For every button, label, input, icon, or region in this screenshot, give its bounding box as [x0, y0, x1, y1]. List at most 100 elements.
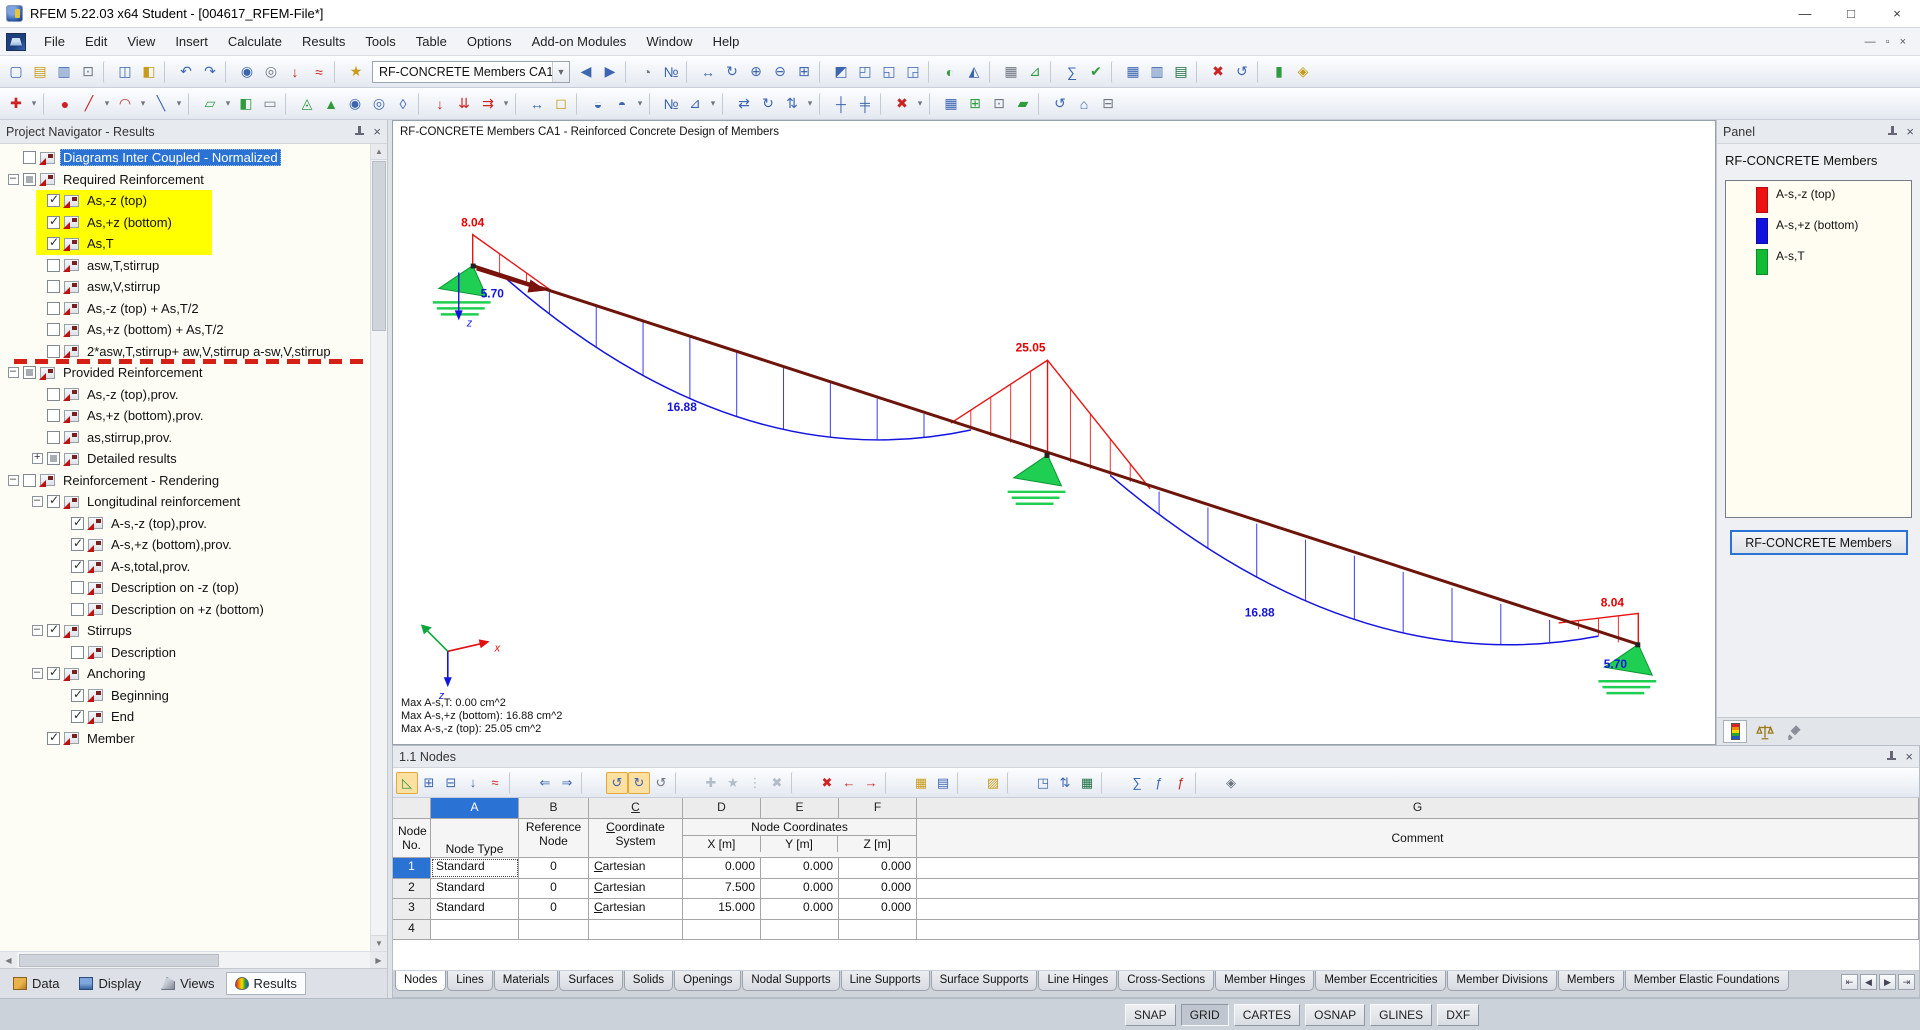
tree-item[interactable]: 2*asw,T,stirrup+ aw,V,stirrup a-sw,V,sti…	[0, 341, 370, 364]
table-edit-mode-icon[interactable]: ◺	[396, 771, 418, 794]
view-iso-icon[interactable]: ◩	[829, 60, 853, 84]
reference-node-cell[interactable]	[519, 919, 589, 939]
table-layout-icon[interactable]: ▦	[939, 92, 963, 116]
new-node-icon[interactable]: ●	[53, 92, 77, 116]
import-export-icon[interactable]: ⇅	[1054, 772, 1076, 794]
calculate-all-icon[interactable]: ∑	[1060, 60, 1084, 84]
tree-expander[interactable]	[8, 367, 19, 379]
new-case-icon[interactable]: ★	[344, 60, 368, 84]
new-file-icon[interactable]: ▢	[4, 60, 28, 84]
new-surface-icon[interactable]: ▱	[198, 92, 222, 116]
comment-cell[interactable]	[917, 878, 1919, 898]
filter-tab[interactable]	[1783, 720, 1807, 743]
menu-item[interactable]: Window	[636, 30, 702, 53]
node-1[interactable]	[470, 263, 476, 269]
undo-icon[interactable]: ↶	[174, 60, 198, 84]
z-coordinate-cell[interactable]	[839, 919, 917, 939]
prev-table-icon[interactable]: ⇐	[534, 772, 556, 794]
status-toggle-button[interactable]: CARTES	[1233, 1003, 1301, 1026]
z-coordinate-cell[interactable]: 0.000	[839, 899, 917, 919]
maximize-button[interactable]: □	[1828, 0, 1874, 28]
add-filter-icon[interactable]: ✚	[700, 772, 722, 794]
wireframe-mode-icon[interactable]: ◎	[259, 60, 283, 84]
eccentricity-icon[interactable]: ◊	[391, 92, 415, 116]
node-3[interactable]	[1635, 642, 1641, 648]
visibility-modes-icon[interactable]: ◒	[586, 92, 610, 116]
tree-item[interactable]: Description on +z (bottom)	[0, 599, 370, 621]
navigator-tab[interactable]: Display	[70, 972, 150, 995]
tree-item[interactable]: As,+z (bottom) + As,T/2	[0, 319, 370, 341]
x-coordinate-cell[interactable]: 7.500	[683, 878, 761, 898]
table-tab[interactable]: Surfaces	[559, 971, 623, 991]
tree-item[interactable]: Required Reinforcement	[0, 169, 370, 191]
dropdown-caret-icon[interactable]: ▾	[634, 92, 646, 116]
row-number-cell[interactable]: 3	[393, 899, 431, 919]
row-number-cell[interactable]: 1	[393, 858, 431, 878]
coordinate-system-cell[interactable]: Cartesian	[589, 878, 683, 898]
node-2[interactable]	[1044, 452, 1050, 458]
tree-item[interactable]: asw,V,stirrup	[0, 276, 370, 298]
work-plane-icon[interactable]: ⊿	[1023, 60, 1047, 84]
tree-item[interactable]: Diagrams Inter Coupled - Normalized	[0, 147, 370, 169]
tree-item[interactable]: Detailed results	[0, 448, 370, 470]
connect-lines-icon[interactable]: ┼	[829, 92, 853, 116]
comment-icon[interactable]: ◻	[549, 92, 573, 116]
tree-checkbox[interactable]	[23, 473, 36, 487]
view-xy-icon[interactable]: ◰	[853, 60, 877, 84]
tree-vertical-scrollbar[interactable]: ▲ ▼	[370, 144, 387, 951]
tree-item[interactable]: A-s,+z (bottom),prov.	[0, 534, 370, 556]
pin-icon[interactable]	[354, 126, 365, 137]
tree-item[interactable]: Stirrups	[0, 620, 370, 642]
sync-table-icon[interactable]: ↺	[650, 772, 672, 794]
tree-checkbox[interactable]	[47, 280, 60, 294]
snap-settings-icon[interactable]: ⊡	[987, 92, 1011, 116]
tree-item[interactable]: Beginning	[0, 685, 370, 707]
clear-filter-icon[interactable]: ✖	[766, 772, 788, 794]
table-tab[interactable]: Nodes	[395, 971, 447, 991]
tree-item[interactable]: As,+z (bottom)	[0, 211, 370, 233]
factors-tab[interactable]	[1753, 720, 1777, 743]
mdi-minimize-icon[interactable]: —	[1865, 36, 1876, 48]
comment-cell[interactable]	[917, 858, 1919, 878]
open-file-icon[interactable]: ▤	[28, 60, 52, 84]
tree-checkbox[interactable]	[71, 602, 84, 616]
divide-line-icon[interactable]: ╪	[853, 92, 877, 116]
reference-node-cell[interactable]: 0	[519, 899, 589, 919]
tree-checkbox[interactable]	[23, 366, 36, 380]
dropdown-caret-icon[interactable]: ▾	[500, 92, 512, 116]
table-tab[interactable]: Member Hinges	[1215, 971, 1315, 991]
delete-all-rows-icon[interactable]: ✖	[816, 772, 838, 794]
tree-item[interactable]: As,-z (top) + As,T/2	[0, 298, 370, 320]
comment-cell[interactable]	[917, 919, 1919, 939]
table-tab[interactable]: Members	[1557, 971, 1624, 991]
graphics-area[interactable]: RF-CONCRETE Members CA1 - Reinforced Con…	[392, 120, 1716, 745]
delete-row-icon[interactable]: ⊟	[440, 772, 462, 794]
row-number-cell[interactable]: 4	[393, 919, 431, 939]
y-coordinate-cell[interactable]: 0.000	[761, 878, 839, 898]
status-toggle-button[interactable]: GRID	[1180, 1003, 1229, 1026]
tree-checkbox[interactable]	[47, 665, 60, 681]
pin-icon[interactable]	[1886, 751, 1897, 762]
remove-right-icon[interactable]: →	[860, 772, 882, 794]
table-tab[interactable]: Solids	[623, 971, 674, 991]
insert-row-icon[interactable]: ⊞	[418, 772, 440, 794]
tree-item[interactable]: A-s,total,prov.	[0, 556, 370, 578]
dropdown-caret-icon[interactable]: ▾	[101, 92, 113, 116]
section-icon[interactable]: ◭	[962, 60, 986, 84]
navigator-tab[interactable]: Results	[225, 972, 306, 995]
tree-checkbox[interactable]	[47, 258, 60, 272]
tree-checkbox[interactable]	[47, 730, 60, 745]
tree-checkbox[interactable]	[47, 192, 60, 208]
scrollbar-thumb[interactable]	[372, 161, 386, 331]
status-toggle-button[interactable]: OSNAP	[1305, 1003, 1366, 1026]
menu-item[interactable]: Table	[406, 30, 457, 53]
jump-back-icon[interactable]: ↺	[606, 771, 628, 794]
table-row[interactable]: 3 Standard 0 Cartesian 15.000 0.000 0.00…	[393, 899, 1919, 920]
case-combobox[interactable]: RF-CONCRETE Members CA1 - ▼	[372, 60, 570, 83]
tree-item[interactable]: Description on -z (top)	[0, 577, 370, 599]
x-coordinate-cell[interactable]: 15.000	[683, 899, 761, 919]
notes-icon[interactable]: ▨	[982, 772, 1004, 794]
tree-checkbox[interactable]	[47, 301, 60, 315]
regenerate-icon[interactable]: ↺	[1230, 60, 1254, 84]
select-objects-icon[interactable]: ✚	[4, 92, 28, 116]
